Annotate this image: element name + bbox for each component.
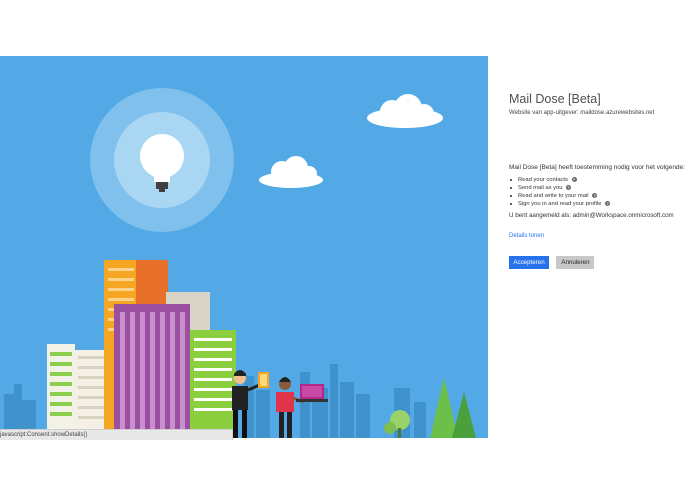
- help-icon[interactable]: ?: [605, 201, 611, 206]
- help-icon[interactable]: ?: [592, 193, 598, 198]
- publisher-website: Website van app-uitgever: maildose.azure…: [509, 110, 655, 116]
- help-icon[interactable]: ?: [566, 185, 572, 190]
- lightbulb-icon: [90, 88, 234, 232]
- accept-button[interactable]: Accepteren: [509, 256, 549, 269]
- permission-label: Send mail as you: [518, 185, 563, 191]
- cancel-button[interactable]: Annuleren: [556, 256, 595, 269]
- browser-status-bar: javascript:Consent.showDetails(): [0, 429, 233, 440]
- city-illustration: [0, 56, 488, 438]
- app-title: Mail Dose [Beta]: [509, 92, 601, 106]
- permission-item: Sign you in and read your profile ?: [509, 200, 689, 208]
- bullet: [510, 195, 513, 198]
- permissions-list: Read your contacts ? Send mail as you ? …: [509, 176, 689, 208]
- permissions-intro: Mail Dose [Beta] heeft toestemming nodig…: [509, 164, 685, 171]
- bullet: [510, 187, 513, 190]
- consent-buttons: Accepteren Annuleren: [509, 251, 597, 269]
- bullet: [510, 203, 513, 206]
- permission-item: Send mail as you ?: [509, 184, 689, 192]
- permission-label: Read and write to your mail: [518, 193, 589, 199]
- permission-label: Read your contacts: [518, 177, 568, 183]
- signed-in-account: U bent aangemeld als: admin@Workspace.on…: [509, 212, 674, 219]
- consent-panel: Mail Dose [Beta] Website van app-uitgeve…: [509, 92, 689, 242]
- permission-item: Read and write to your mail ?: [509, 192, 689, 200]
- help-icon[interactable]: ?: [571, 177, 577, 182]
- show-details-link[interactable]: Details tonen: [509, 233, 544, 239]
- hero-illustration: [0, 56, 488, 438]
- bullet: [510, 179, 513, 182]
- permission-item: Read your contacts ?: [509, 176, 689, 184]
- permission-label: Sign you in and read your profile: [518, 201, 602, 207]
